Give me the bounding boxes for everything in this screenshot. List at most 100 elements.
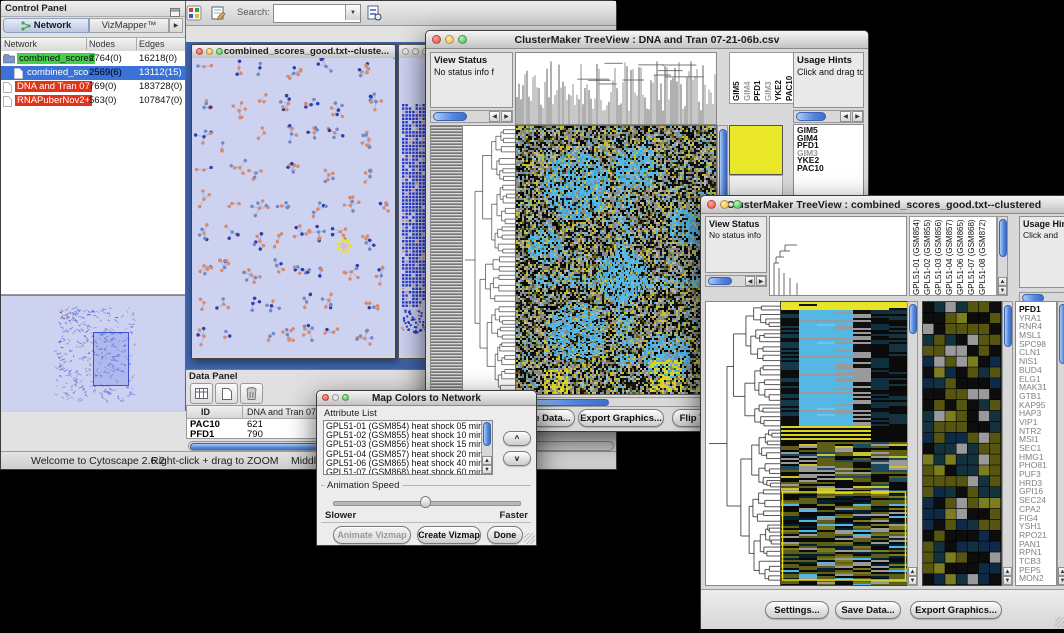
- tv2-global-heatmap-canvas[interactable]: [780, 301, 908, 586]
- column-label[interactable]: GPL51-01 (GSM854): [912, 217, 921, 295]
- scroll-up-button[interactable]: ▲: [482, 456, 492, 465]
- resize-grip[interactable]: [1055, 617, 1064, 628]
- minimize-button[interactable]: [332, 394, 339, 401]
- tv2-zoom-heatmap-canvas[interactable]: [922, 301, 1002, 586]
- zoom-button[interactable]: [216, 48, 223, 55]
- attribute-select-icon[interactable]: [190, 383, 213, 404]
- animation-speed-slider-thumb[interactable]: [420, 496, 431, 508]
- scroll-down-button[interactable]: ▼: [482, 465, 492, 474]
- scroll-down-button[interactable]: ▼: [1003, 576, 1012, 585]
- network-canvas[interactable]: [192, 58, 393, 356]
- gene-label[interactable]: MON2: [1019, 574, 1056, 583]
- treeview1-titlebar[interactable]: ClusterMaker TreeView : DNA and Tran 07-…: [426, 31, 868, 49]
- minimize-button[interactable]: [720, 200, 729, 209]
- column-label[interactable]: GPL51-07 (GSM868): [967, 217, 976, 295]
- col-nodes[interactable]: Nodes: [89, 39, 115, 49]
- col-network[interactable]: Network: [4, 39, 37, 49]
- tv2-column-dendrogram-canvas[interactable]: [769, 216, 907, 296]
- resize-grip[interactable]: [524, 533, 535, 544]
- tv2-heatmap-vscrollbar[interactable]: ▲ ▼: [907, 301, 918, 586]
- table-row[interactable]: combined_scores 2764(0) 16218(0): [1, 52, 185, 66]
- attribute-item[interactable]: GPL51-07 (GSM868) heat shock 60 min: [324, 468, 492, 475]
- column-label[interactable]: GPL51-04 (GSM857): [945, 217, 954, 295]
- annotation-icon[interactable]: [207, 3, 229, 23]
- scrollbar-thumb[interactable]: [708, 277, 732, 285]
- scroll-up-button[interactable]: ▲: [998, 277, 1007, 286]
- table-row[interactable]: RNAPuberNov2+ 563(0) 107847(0): [1, 94, 185, 108]
- scrollbar-thumb[interactable]: [483, 422, 491, 446]
- overview-viewport[interactable]: [93, 332, 129, 386]
- close-button[interactable]: [707, 200, 716, 209]
- col-edges[interactable]: Edges: [139, 39, 165, 49]
- col-id[interactable]: ID: [201, 407, 210, 417]
- scroll-up-button[interactable]: ▲: [908, 567, 917, 576]
- tv1-heatmap-hscrollbar[interactable]: [515, 397, 717, 407]
- scrollbar-thumb[interactable]: [999, 219, 1007, 257]
- search-input[interactable]: [275, 6, 347, 21]
- scrollbar-thumb[interactable]: [796, 112, 826, 121]
- tv2-row-dendrogram-canvas[interactable]: [705, 301, 781, 586]
- tv1-status-hscrollbar[interactable]: ◀ ▶: [430, 110, 513, 123]
- tv1-column-dendrogram-canvas[interactable]: [515, 52, 717, 125]
- column-label[interactable]: GPL51-06 (GSM865): [956, 217, 965, 295]
- vizmapper-icon[interactable]: [183, 3, 205, 23]
- tab-vizmapper[interactable]: VizMapper™: [89, 18, 169, 33]
- scroll-left-button[interactable]: ◀: [840, 111, 851, 122]
- export-graphics-button[interactable]: Export Graphics...: [578, 409, 664, 427]
- tv2-status-hscrollbar[interactable]: ◀ ▶: [705, 275, 767, 287]
- scroll-up-button[interactable]: ▲: [1003, 567, 1012, 576]
- zoom-button[interactable]: [458, 35, 467, 44]
- tab-overflow-button[interactable]: ▶: [169, 18, 183, 33]
- done-button[interactable]: Done: [487, 526, 523, 544]
- zoom-button[interactable]: [733, 200, 742, 209]
- attrlist-vscrollbar[interactable]: ▲ ▼: [481, 421, 492, 474]
- create-vizmap-button[interactable]: Create Vizmap: [417, 526, 481, 544]
- move-down-button[interactable]: v: [503, 451, 531, 466]
- dialog-titlebar[interactable]: Map Colors to Network: [317, 391, 536, 406]
- animate-vizmap-button[interactable]: Animate Vizmap: [333, 526, 411, 544]
- scrollbar-thumb[interactable]: [909, 304, 917, 334]
- column-label[interactable]: PFD1: [753, 53, 762, 101]
- move-up-button[interactable]: ^: [503, 431, 531, 446]
- attribute-listbox[interactable]: GPL51-01 (GSM854) heat shock 05 minGPL51…: [323, 420, 493, 475]
- close-button[interactable]: [402, 48, 409, 55]
- column-label[interactable]: GIM5: [732, 53, 741, 101]
- tv1-global-heatmap-canvas[interactable]: [515, 125, 717, 395]
- minimize-button[interactable]: [445, 35, 454, 44]
- scroll-up-button[interactable]: ▲: [1058, 567, 1064, 576]
- scroll-right-button[interactable]: ▶: [756, 276, 766, 286]
- scroll-left-button[interactable]: ◀: [745, 276, 755, 286]
- gene-label[interactable]: PAC10: [797, 165, 863, 173]
- tv2-gene-list[interactable]: PFD1YRA1RNR4MSL1SPC98CLN1NIS1BUD4ELG1MAK…: [1015, 301, 1057, 586]
- close-button[interactable]: [432, 35, 441, 44]
- column-label[interactable]: GIM3: [764, 53, 773, 101]
- scrollbar-thumb[interactable]: [1059, 304, 1064, 364]
- column-label[interactable]: GPL51-08 (GSM872): [978, 217, 987, 295]
- scroll-down-button[interactable]: ▼: [998, 286, 1007, 295]
- tab-network[interactable]: Network: [3, 18, 89, 33]
- column-label[interactable]: GPL51-02 (GSM855): [923, 217, 932, 295]
- network-view-titlebar[interactable]: combined_scores_good.txt--cluste...: [192, 45, 395, 59]
- minimize-button[interactable]: [412, 48, 419, 55]
- minimize-button[interactable]: [206, 48, 213, 55]
- delete-attribute-icon[interactable]: [240, 383, 263, 404]
- export-graphics-button[interactable]: Export Graphics...: [910, 601, 1002, 619]
- scrollbar-thumb[interactable]: [433, 112, 467, 121]
- scroll-right-button[interactable]: ▶: [501, 111, 512, 122]
- column-label[interactable]: GPL51-03 (GSM856): [934, 217, 943, 295]
- column-label[interactable]: YKE2: [774, 53, 783, 101]
- tv1-row-label-strip[interactable]: [430, 125, 463, 395]
- search-dropdown-button[interactable]: ▼: [345, 5, 360, 20]
- treeview2-titlebar[interactable]: ClusterMaker TreeView : combined_scores_…: [701, 196, 1064, 214]
- column-label[interactable]: GIM4: [743, 53, 752, 101]
- tv2-zoom-vscrollbar[interactable]: ▲ ▼: [1002, 301, 1013, 586]
- settings-button[interactable]: Settings...: [765, 601, 829, 619]
- save-data-button[interactable]: Save Data...: [835, 601, 901, 619]
- scroll-left-button[interactable]: ◀: [489, 111, 500, 122]
- scrollbar-thumb[interactable]: [1004, 305, 1012, 347]
- scroll-right-button[interactable]: ▶: [852, 111, 863, 122]
- tv2-labels-vscrollbar[interactable]: ▲ ▼: [997, 216, 1008, 296]
- scroll-down-button[interactable]: ▼: [1058, 576, 1064, 585]
- table-row-selected[interactable]: combined_sco 2569(6) 13112(15): [1, 66, 185, 80]
- tv2-genes-vscrollbar[interactable]: ▲ ▼: [1057, 301, 1064, 586]
